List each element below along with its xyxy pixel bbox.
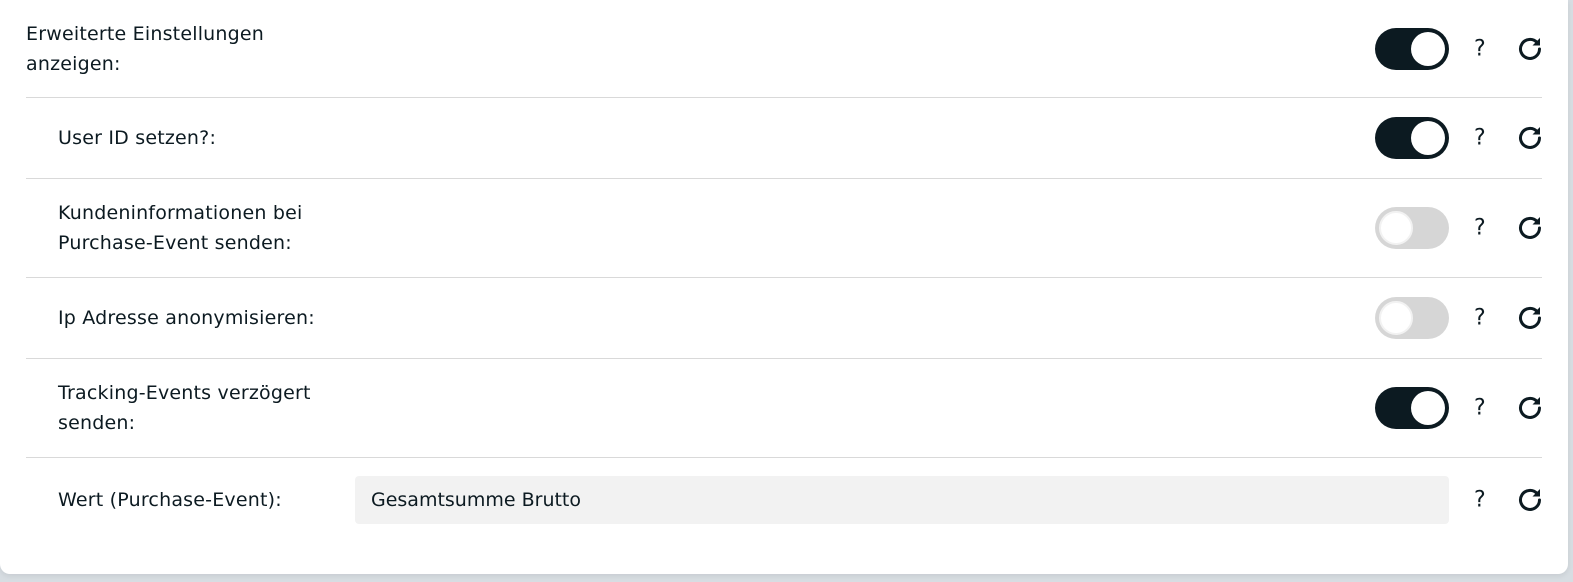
help-icon[interactable]: ?	[1474, 396, 1486, 421]
help-icon[interactable]: ?	[1474, 216, 1486, 241]
reset-icon[interactable]	[1516, 304, 1544, 332]
toggle-knob	[1411, 121, 1445, 155]
reset-icon[interactable]	[1516, 35, 1544, 63]
toggle-user-id[interactable]	[1375, 117, 1449, 159]
settings-panel: Erweiterte Einstellungen anzeigen: ? Use…	[0, 0, 1568, 574]
toggle-delayed-events[interactable]	[1375, 387, 1449, 429]
setting-row-purchase-value: Wert (Purchase-Event): Gesamtsumme Brutt…	[26, 458, 1542, 542]
toggle-customer-info[interactable]	[1375, 207, 1449, 249]
purchase-value-field[interactable]: Gesamtsumme Brutto	[355, 476, 1449, 524]
toggle-anonymize-ip[interactable]	[1375, 297, 1449, 339]
reset-icon[interactable]	[1516, 486, 1544, 514]
setting-label-customer-info: Kundeninformationen bei Purchase-Event s…	[58, 202, 303, 254]
help-icon[interactable]: ?	[1474, 36, 1486, 61]
setting-row-customer-info: Kundeninformationen bei Purchase-Event s…	[26, 179, 1542, 278]
setting-row-user-id: User ID setzen?: ?	[26, 98, 1542, 179]
setting-label-delayed-events: Tracking-Events verzögert senden:	[58, 382, 311, 434]
toggle-knob	[1411, 31, 1445, 66]
setting-label-advanced: Erweiterte Einstellungen anzeigen:	[26, 22, 265, 75]
help-icon[interactable]: ?	[1474, 488, 1486, 513]
help-icon[interactable]: ?	[1474, 126, 1486, 151]
toggle-advanced-settings[interactable]	[1375, 27, 1449, 70]
setting-row-anonymize-ip: Ip Adresse anonymisieren: ?	[26, 278, 1542, 359]
reset-icon[interactable]	[1516, 394, 1544, 422]
reset-icon[interactable]	[1516, 124, 1544, 152]
setting-label-user-id: User ID setzen?:	[58, 127, 217, 149]
setting-row-delayed-events: Tracking-Events verzögert senden: ?	[26, 359, 1542, 458]
toggle-knob	[1379, 301, 1413, 335]
reset-icon[interactable]	[1516, 214, 1544, 242]
help-icon[interactable]: ?	[1474, 306, 1486, 331]
toggle-knob	[1411, 391, 1445, 425]
setting-label-anonymize-ip: Ip Adresse anonymisieren:	[58, 307, 315, 329]
setting-label-purchase-value: Wert (Purchase-Event):	[58, 489, 282, 511]
toggle-knob	[1379, 211, 1413, 245]
setting-row-advanced: Erweiterte Einstellungen anzeigen: ?	[26, 0, 1542, 98]
